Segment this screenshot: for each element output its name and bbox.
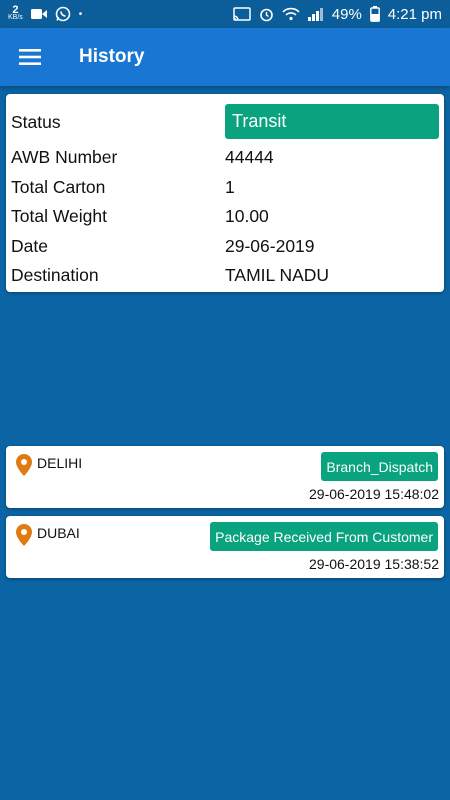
status-bar: 2 KB/s • 49% 4:21 pm — [0, 0, 450, 28]
destination-row: Destination TAMIL NADU — [11, 260, 439, 290]
status-badge: Transit — [225, 104, 439, 139]
shipment-details-card: Status Transit AWB Number 44444 Total Ca… — [6, 94, 444, 292]
battery-percentage: 49% — [331, 5, 362, 23]
history-item[interactable]: DUBAI Package Received From Customer 29-… — [6, 516, 444, 578]
history-timestamp: 29-06-2019 15:38:52 — [309, 556, 439, 572]
status-bar-right: 49% 4:21 pm — [233, 6, 442, 23]
app-bar: History — [0, 28, 450, 86]
data-rate-unit: KB/s — [8, 14, 23, 21]
total-weight-value: 10.00 — [225, 205, 269, 226]
total-carton-label: Total Carton — [11, 176, 106, 197]
data-rate-value: 2 — [12, 4, 19, 16]
awb-number-label: AWB Number — [11, 146, 118, 167]
signal-strength-icon — [307, 8, 323, 21]
whatsapp-icon — [55, 6, 71, 22]
alarm-icon — [259, 8, 273, 21]
awb-number-row: AWB Number 44444 — [11, 142, 439, 172]
hamburger-menu-icon — [19, 49, 41, 65]
total-weight-row: Total Weight 10.00 — [11, 201, 439, 231]
history-status-badge: Branch_Dispatch — [321, 452, 438, 481]
destination-label: Destination — [11, 264, 99, 285]
cast-icon — [233, 7, 251, 21]
history-location: DUBAI — [37, 525, 80, 541]
menu-button[interactable] — [0, 28, 60, 86]
date-label: Date — [11, 235, 48, 256]
total-weight-label: Total Weight — [11, 205, 107, 226]
history-timestamp: 29-06-2019 15:48:02 — [309, 486, 439, 502]
location-pin-icon — [16, 524, 32, 546]
date-row: Date 29-06-2019 — [11, 231, 439, 261]
data-rate-indicator: 2 KB/s — [8, 4, 23, 22]
date-value: 29-06-2019 — [225, 235, 315, 256]
total-carton-row: Total Carton 1 — [11, 172, 439, 202]
clock-time: 4:21 pm — [387, 5, 442, 23]
status-label: Status — [11, 111, 61, 132]
status-bar-left: 2 KB/s • — [8, 4, 83, 22]
destination-value: TAMIL NADU — [225, 264, 330, 285]
history-status-badge: Package Received From Customer — [210, 522, 438, 551]
history-item[interactable]: DELIHI Branch_Dispatch 29-06-2019 15:48:… — [6, 446, 444, 508]
notification-dot-icon: • — [78, 8, 83, 20]
wifi-icon — [282, 7, 300, 21]
battery-charging-icon — [369, 6, 380, 22]
history-location: DELIHI — [37, 455, 83, 471]
location-pin-icon — [16, 454, 32, 476]
page-title: History — [79, 46, 145, 67]
total-carton-value: 1 — [225, 176, 235, 197]
awb-number-value: 44444 — [225, 146, 274, 167]
video-camera-icon — [30, 9, 47, 19]
